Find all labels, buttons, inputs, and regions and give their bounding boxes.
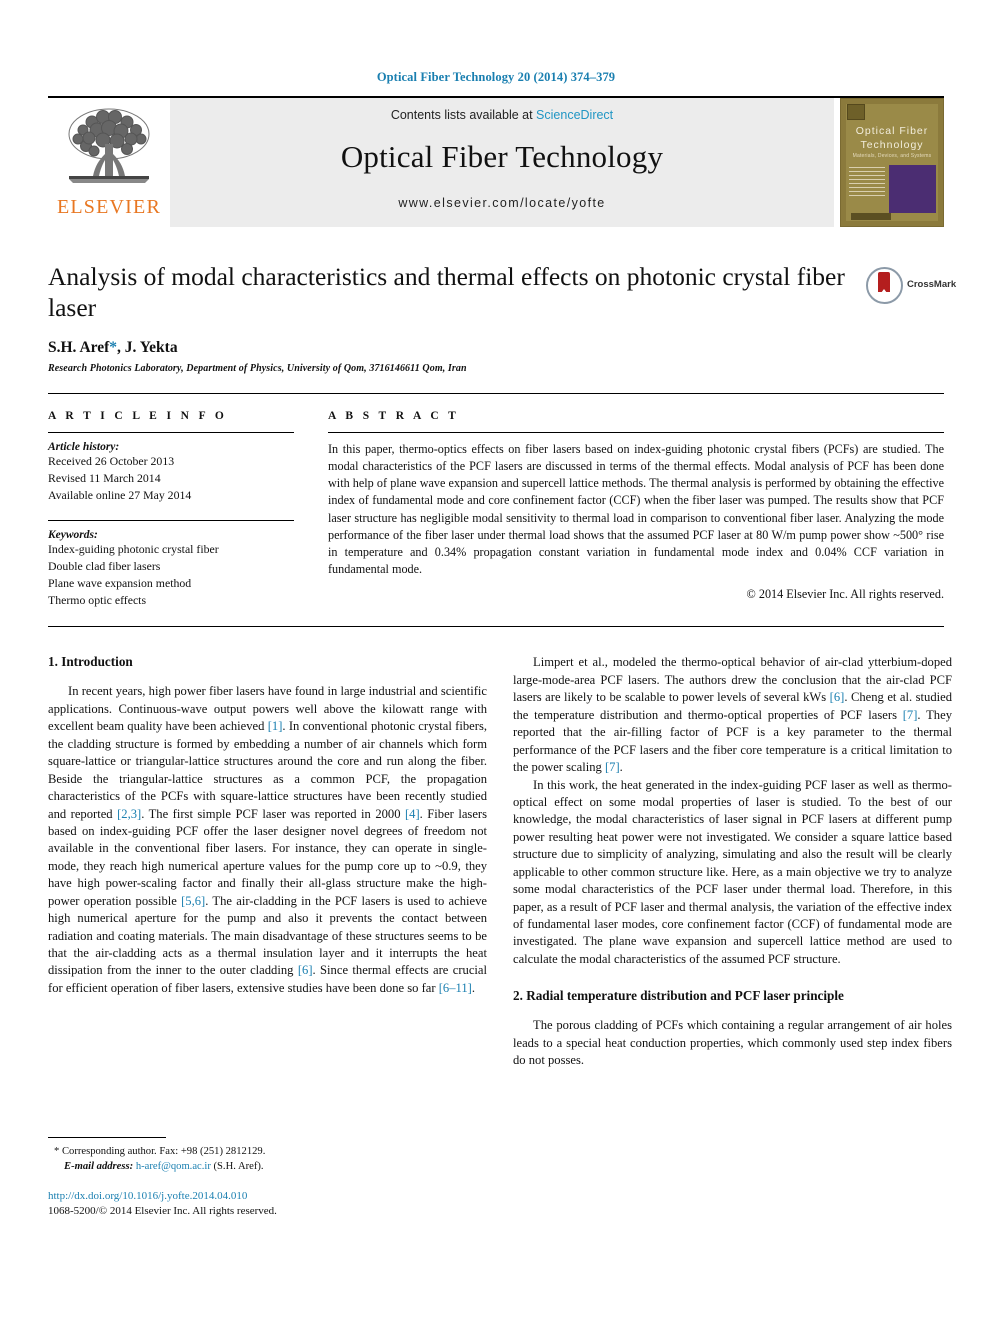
elsevier-logo: ELSEVIER: [48, 98, 170, 227]
citation-1[interactable]: [1]: [268, 719, 283, 733]
email-note: E-mail address: h-aref@qom.ac.ir (S.H. A…: [48, 1159, 487, 1174]
crossmark-label: CrossMark: [907, 279, 957, 291]
email-suffix: (S.H. Aref).: [213, 1161, 264, 1173]
page-title: Analysis of modal characteristics and th…: [48, 262, 845, 323]
journal-band: Contents lists available at ScienceDirec…: [170, 98, 834, 227]
article-history-label: Article history:: [48, 441, 120, 454]
right-paragraph-1: Limpert et al., modeled the thermo-optic…: [513, 654, 952, 776]
footnote-marker: *: [54, 1145, 60, 1157]
keyword-item: Double clad fiber lasers: [48, 559, 161, 574]
section-heading-radial-temperature: 2. Radial temperature distribution and P…: [513, 988, 844, 1004]
right-paragraph-3: The porous cladding of PCFs which contai…: [513, 1018, 952, 1068]
intro-paragraph: In recent years, high power fiber lasers…: [48, 683, 487, 997]
email-link[interactable]: h-aref@qom.ac.ir: [136, 1161, 211, 1172]
abstract-copyright: © 2014 Elsevier Inc. All rights reserved…: [746, 586, 944, 601]
email-label: E-mail address:: [64, 1161, 134, 1173]
intro-text-b: . In conventional photonic crystal fiber…: [48, 719, 487, 821]
journal-url[interactable]: www.elsevier.com/locate/yofte: [398, 196, 605, 210]
intro-text-d: . Fiber lasers based on index-guiding PC…: [48, 806, 488, 908]
journal-masthead: ELSEVIER Contents lists available at Sci…: [48, 96, 944, 227]
journal-cover-thumbnail: Optical Fiber Technology Materials, Devi…: [840, 98, 944, 227]
doi-link[interactable]: http://dx.doi.org/10.1016/j.yofte.2014.0…: [48, 1189, 487, 1204]
sciencedirect-link[interactable]: ScienceDirect: [536, 108, 613, 122]
abstract-bottom-rule: [48, 626, 944, 628]
journal-title: Optical Fiber Technology: [340, 139, 664, 174]
corresponding-author-note: * Corresponding author. Fax: +98 (251) 2…: [48, 1144, 487, 1159]
article-history-revised: Revised 11 March 2014: [48, 470, 161, 485]
article-history-available: Available online 27 May 2014: [48, 487, 192, 502]
author-first: S.H. Aref: [48, 339, 110, 357]
citation-7-b[interactable]: [7]: [605, 760, 620, 774]
abstract-heading: A B S T R A C T: [328, 410, 460, 423]
article-history-received: Received 26 October 2013: [48, 454, 175, 469]
keyword-item: Thermo optic effects: [48, 592, 147, 607]
keywords-label: Keywords:: [48, 529, 98, 542]
cover-title-line1: Optical Fiber: [855, 125, 929, 137]
corresponding-author-marker[interactable]: *: [109, 339, 117, 356]
intro-text-g: .: [471, 980, 475, 995]
cover-subtitle: Materials, Devices, and Systems: [852, 153, 932, 159]
cover-artwork: [889, 165, 936, 213]
elsevier-tree-icon: [68, 108, 150, 183]
section-heading-introduction: 1. Introduction: [48, 654, 133, 670]
abstract-text: In this paper, thermo-optics effects on …: [328, 442, 944, 576]
author-rest: , J. Yekta: [117, 339, 178, 357]
right-column: Limpert et al., modeled the thermo-optic…: [513, 654, 952, 1219]
citation-5-6[interactable]: [5,6]: [181, 894, 205, 908]
title-block: Analysis of modal characteristics and th…: [48, 261, 956, 375]
footnote-area: * Corresponding author. Fax: +98 (251) 2…: [48, 1136, 487, 1220]
info-abstract-row: A R T I C L E I N F O Article history: R…: [48, 393, 944, 608]
crossmark-badge-group[interactable]: CrossMark: [866, 263, 956, 307]
intro-text-c: . The first simple PCF laser was reporte…: [141, 806, 405, 821]
affiliation: Research Photonics Laboratory, Departmen…: [48, 363, 467, 375]
citation-6[interactable]: [6]: [298, 963, 313, 977]
article-info-divider: [48, 432, 294, 434]
contents-available-line: Contents lists available at ScienceDirec…: [391, 108, 613, 122]
citation-6-right[interactable]: [6]: [830, 690, 845, 704]
citation-4[interactable]: [4]: [405, 807, 420, 821]
citation-6-11[interactable]: [6–11]: [439, 981, 472, 995]
cover-contents-lines: [849, 167, 885, 199]
body-columns: 1. Introduction In recent years, high po…: [48, 654, 952, 1219]
citation-7-a[interactable]: [7]: [903, 708, 918, 722]
abstract-divider: [328, 432, 944, 434]
cover-publisher-mark: [847, 104, 865, 120]
corresponding-author-text: Corresponding author. Fax: +98 (251) 281…: [61, 1145, 266, 1157]
right-text-d: .: [619, 760, 623, 775]
contents-prefix: Contents lists available at: [390, 108, 537, 122]
article-info-heading: A R T I C L E I N F O: [48, 410, 228, 423]
left-column: 1. Introduction In recent years, high po…: [48, 654, 487, 1219]
paper-page: Optical Fiber Technology 20 (2014) 374–3…: [0, 0, 992, 1323]
footnote-rule: [48, 1136, 166, 1138]
citation-2-3[interactable]: [2,3]: [117, 807, 141, 821]
elsevier-wordmark: ELSEVIER: [56, 196, 162, 218]
article-info-column: A R T I C L E I N F O Article history: R…: [48, 410, 294, 608]
crossmark-icon: [866, 266, 903, 304]
author-list: S.H. Aref*, J. Yekta: [48, 339, 944, 357]
doi-block: http://dx.doi.org/10.1016/j.yofte.2014.0…: [48, 1189, 487, 1220]
keyword-item: Index-guiding photonic crystal fiber: [48, 542, 219, 557]
keywords-divider: [48, 520, 294, 522]
issn-copyright: 1068-5200/© 2014 Elsevier Inc. All right…: [48, 1205, 277, 1218]
cover-footer-mark: [851, 213, 891, 220]
right-paragraph-2: In this work, the heat generated in the …: [513, 777, 952, 966]
abstract-column: A B S T R A C T In this paper, thermo-op…: [328, 410, 944, 608]
running-head: Optical Fiber Technology 20 (2014) 374–3…: [376, 70, 616, 84]
cover-title-line2: Technology: [860, 139, 924, 151]
keyword-item: Plane wave expansion method: [48, 575, 192, 590]
